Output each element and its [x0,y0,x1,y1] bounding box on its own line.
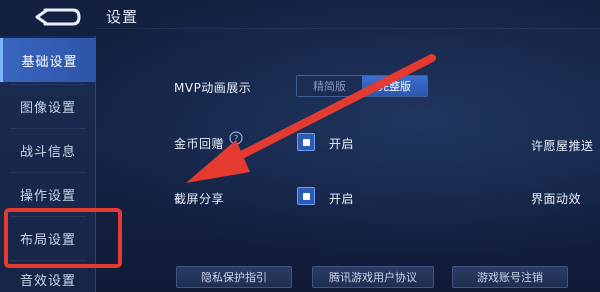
screenshot-share-checkbox[interactable] [297,187,315,205]
privacy-guide-button[interactable]: 隐私保护指引 [176,266,292,288]
help-icon[interactable]: ? [229,131,243,145]
coin-gift-option-label: 开启 [329,137,355,151]
coin-gift-label: 金币回赠 [174,137,225,151]
user-agreement-button[interactable]: 腾讯游戏用户协议 [312,266,434,288]
screenshot-share-label: 截屏分享 [174,192,225,206]
checkbox-checked-mark [302,192,310,200]
checkbox-checked-mark [302,138,310,146]
back-icon [35,8,81,26]
sidebar-item-audio[interactable]: 音效设置 [0,264,96,292]
sidebar-item-basic[interactable]: 基础设置 [0,38,96,82]
mvp-animation-label: MVP动画展示 [174,81,252,95]
account-deletion-button[interactable]: 游戏账号注销 [452,266,568,288]
sidebar-item-graphics[interactable]: 图像设置 [0,84,96,128]
mvp-animation-toggle: 精简版 完整版 [296,75,428,97]
screenshot-share-option-label: 开启 [329,192,355,206]
svg-text:?: ? [234,135,239,145]
coin-gift-checkbox[interactable] [297,133,315,151]
header-divider [96,28,600,29]
page-title: 设置 [106,8,139,26]
mvp-option-full[interactable]: 完整版 [362,76,427,96]
back-button[interactable] [14,2,92,32]
wish-push-label: 许愿屋推送 [531,139,594,153]
highlight-box [4,208,122,268]
mvp-option-simple[interactable]: 精简版 [297,76,362,96]
sidebar-item-battle-info[interactable]: 战斗信息 [0,128,96,172]
ui-animation-label: 界面动效 [531,192,582,206]
